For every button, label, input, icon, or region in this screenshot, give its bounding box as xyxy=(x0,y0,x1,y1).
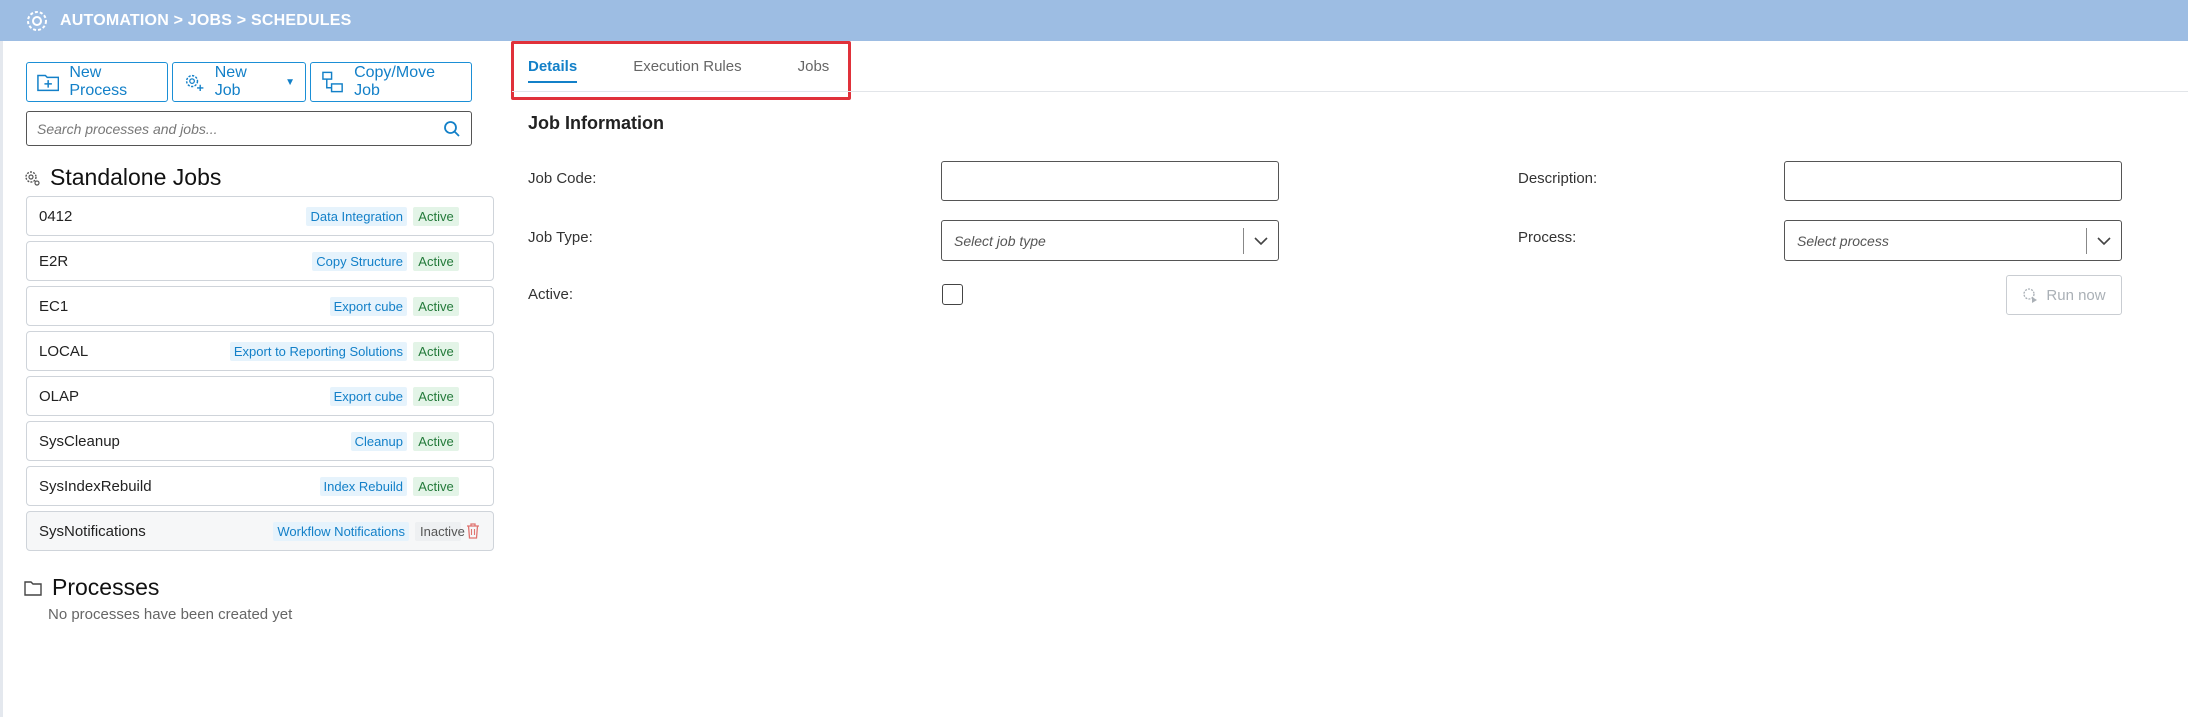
standalone-jobs-heading: Standalone Jobs xyxy=(24,164,221,191)
trash-icon[interactable] xyxy=(465,522,481,540)
chevron-down-icon[interactable] xyxy=(2096,233,2112,249)
status-badge: Active xyxy=(413,476,459,496)
job-code-input[interactable] xyxy=(941,161,1279,201)
left-edge-divider xyxy=(0,41,3,717)
copy-move-label: Copy/Move Job xyxy=(354,64,435,99)
folder-icon xyxy=(24,580,42,596)
job-type-tag: Copy Structure xyxy=(312,251,407,271)
caret-down-icon[interactable]: ▼ xyxy=(285,77,295,88)
active-label: Active: xyxy=(528,286,574,303)
job-row-sysindexrebuild[interactable]: SysIndexRebuild Index Rebuild Active xyxy=(26,466,494,506)
job-row-ec1[interactable]: EC1 Export cube Active xyxy=(26,286,494,326)
description-label: Description: xyxy=(1518,170,1598,187)
tab-execution-rules[interactable]: Execution Rules xyxy=(633,58,741,83)
process-select[interactable]: Select process xyxy=(1784,220,2122,261)
job-information-title: Job Information xyxy=(528,113,664,133)
processes-title: Processes xyxy=(52,574,160,600)
folder-plus-icon xyxy=(37,74,60,92)
detail-tabs: Details Execution Rules Jobs xyxy=(528,58,885,83)
search-icon[interactable] xyxy=(443,120,461,138)
status-badge: Active xyxy=(413,296,459,316)
job-row-sysnotifications[interactable]: SysNotifications Workflow Notifications … xyxy=(26,511,494,551)
new-process-label: New Process xyxy=(69,64,128,99)
job-type-tag: Cleanup xyxy=(350,431,407,451)
processes-heading: Processes xyxy=(24,574,159,601)
new-process-button[interactable]: New Process xyxy=(26,62,168,102)
status-badge: Inactive xyxy=(415,521,465,541)
job-code-label: Job Code: xyxy=(528,170,597,187)
select-separator xyxy=(1243,228,1244,254)
job-row-olap[interactable]: OLAP Export cube Active xyxy=(26,376,494,416)
job-type-tag: Index Rebuild xyxy=(319,476,407,496)
job-type-tag: Export to Reporting Solutions xyxy=(229,341,407,361)
job-code: EC1 xyxy=(39,297,69,315)
copy-move-icon xyxy=(322,71,343,93)
job-code: SysIndexRebuild xyxy=(39,477,152,495)
tab-details[interactable]: Details xyxy=(528,58,578,83)
status-badge: Active xyxy=(413,386,459,406)
new-job-button[interactable]: New Job ▼ xyxy=(172,62,306,102)
run-now-label: Run now xyxy=(2046,286,2106,304)
job-type-tag: Workflow Notifications xyxy=(273,521,409,541)
top-bar: AUTOMATION > JOBS > SCHEDULES xyxy=(0,0,2188,41)
chevron-down-icon[interactable] xyxy=(1253,233,1269,249)
run-now-button[interactable]: Run now xyxy=(2006,275,2122,315)
run-gear-icon xyxy=(2023,288,2038,303)
gears-icon xyxy=(25,170,40,186)
standalone-jobs-title: Standalone Jobs xyxy=(50,164,222,190)
breadcrumb: AUTOMATION > JOBS > SCHEDULES xyxy=(60,11,352,29)
job-type-tag: Export cube xyxy=(329,296,407,316)
job-row-syscleanup[interactable]: SysCleanup Cleanup Active xyxy=(26,421,494,461)
search-input[interactable] xyxy=(37,120,443,137)
active-checkbox[interactable] xyxy=(942,284,963,305)
job-code: SysNotifications xyxy=(39,522,146,540)
status-badge: Active xyxy=(413,251,459,271)
tab-jobs[interactable]: Jobs xyxy=(798,58,830,83)
job-code: SysCleanup xyxy=(39,432,120,450)
process-label: Process: xyxy=(1518,229,1577,246)
job-row-local[interactable]: LOCAL Export to Reporting Solutions Acti… xyxy=(26,331,494,371)
status-badge: Active xyxy=(413,341,459,361)
job-row-0412[interactable]: 0412 Data Integration Active xyxy=(26,196,494,236)
job-row-e2r[interactable]: E2R Copy Structure Active xyxy=(26,241,494,281)
processes-empty-message: No processes have been created yet xyxy=(48,606,293,623)
process-placeholder: Select process xyxy=(1797,232,1889,249)
tabs-divider xyxy=(512,91,2188,92)
copy-move-job-button[interactable]: Copy/Move Job xyxy=(310,62,472,102)
job-type-tag: Data Integration xyxy=(306,206,407,226)
gear-plus-icon xyxy=(185,74,204,92)
job-code: 0412 xyxy=(39,207,73,225)
job-type-tag: Export cube xyxy=(329,386,407,406)
status-badge: Active xyxy=(413,206,459,226)
gear-cluster-logo-icon xyxy=(27,10,47,31)
description-input[interactable] xyxy=(1784,161,2122,201)
job-code: OLAP xyxy=(39,387,80,405)
job-type-placeholder: Select job type xyxy=(954,232,1046,249)
status-badge: Active xyxy=(413,431,459,451)
job-code: E2R xyxy=(39,252,69,270)
standalone-job-list: 0412 Data Integration Active E2R Copy St… xyxy=(26,196,494,556)
new-job-label: New Job xyxy=(214,64,247,99)
search-box xyxy=(26,111,472,146)
job-type-label: Job Type: xyxy=(528,229,593,246)
select-separator xyxy=(2086,228,2087,254)
job-type-select[interactable]: Select job type xyxy=(941,220,1279,261)
job-code: LOCAL xyxy=(39,342,89,360)
